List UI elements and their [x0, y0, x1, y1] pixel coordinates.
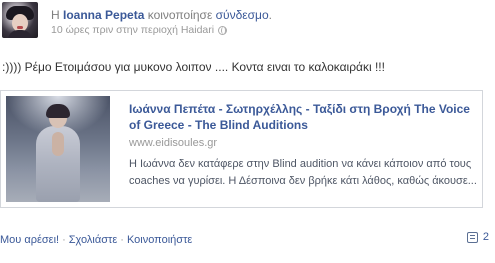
- avatar-lips: [17, 26, 23, 29]
- post-meta: 10 ώρες πριν στην περιοχή Haidari: [51, 24, 228, 37]
- attachment-description: Η Ιωάννα δεν κατάφερε στην Blind auditio…: [129, 156, 477, 190]
- author-name-link[interactable]: Ioanna Pepeta: [63, 8, 144, 22]
- action-separator: ·: [62, 234, 66, 246]
- like-button[interactable]: Μου αρέσει!: [0, 234, 59, 246]
- shared-link-text[interactable]: σύνδεσμο: [216, 8, 269, 22]
- author-avatar[interactable]: [2, 2, 38, 38]
- attachment-title-link[interactable]: Ιωάννα Πεπέτα - Σωτηρχέλλης - Ταξίδι στη…: [129, 101, 473, 133]
- headline-verb: κοινοποίησε: [147, 8, 213, 22]
- attachment-description-line: Η Ιωάννα δεν κατάφερε στην Blind auditio…: [129, 158, 472, 170]
- thumbnail-singer-arm: [52, 132, 64, 156]
- post-timestamp-location[interactable]: 10 ώρες πριν στην περιοχή Haidari: [51, 24, 214, 37]
- post-actions: Μου αρέσει! · Σχολιάστε · Κοινοποιήστε: [0, 233, 192, 247]
- post-headline: Η Ioanna Pepeta κοινοποίησε σύνδεσμο.: [51, 8, 272, 23]
- attachment-thumbnail[interactable]: [6, 96, 110, 202]
- thumbnail-singer-hair: [46, 104, 70, 118]
- post-message: :)))) Ρέμο Ετοιμάσου για μυκονο λοιπον .…: [2, 60, 385, 74]
- headline-prefix: Η: [51, 8, 60, 22]
- comment-button[interactable]: Σχολιάστε: [69, 234, 118, 246]
- comment-count[interactable]: 2: [466, 231, 489, 243]
- comment-icon: [466, 231, 478, 243]
- attachment-description-line: coaches να γυρίσει. Η Δέσποινα δεν βρήκε…: [129, 175, 477, 187]
- globe-icon[interactable]: [218, 26, 228, 35]
- share-button[interactable]: Κοινοποιήστε: [127, 234, 192, 246]
- headline-period: .: [268, 8, 272, 22]
- attachment-source: www.eidisoules.gr: [129, 137, 218, 149]
- action-separator: ·: [120, 234, 124, 246]
- comment-count-value: 2: [482, 231, 489, 243]
- link-attachment[interactable]: Ιωάννα Πεπέτα - Σωτηρχέλλης - Ταξίδι στη…: [0, 90, 483, 208]
- avatar-body: [8, 30, 32, 38]
